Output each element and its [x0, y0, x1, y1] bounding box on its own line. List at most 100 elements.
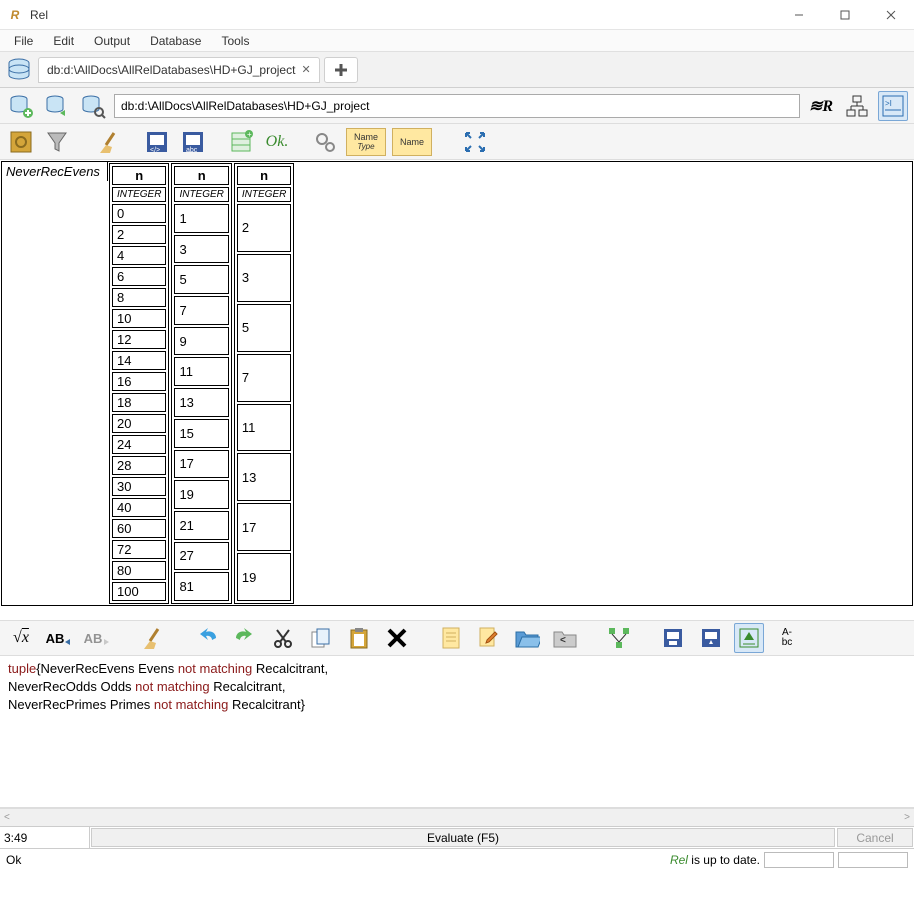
svg-text:</>: </>: [150, 147, 160, 154]
status-update: Rel is up to date.: [670, 853, 760, 867]
formula-icon[interactable]: √x: [6, 623, 36, 653]
paste-icon[interactable]: [344, 623, 374, 653]
db-tab[interactable]: db:d:\AllDocs\AllRelDatabases\HD+GJ_proj…: [38, 57, 320, 83]
close-button[interactable]: [868, 0, 914, 29]
db-add-icon[interactable]: [6, 91, 36, 121]
tab-label: db:d:\AllDocs\AllRelDatabases\HD+GJ_proj…: [47, 63, 295, 77]
cell: 19: [174, 480, 228, 509]
menu-tools[interactable]: Tools: [213, 32, 257, 50]
ok-button[interactable]: Ok.: [262, 127, 292, 157]
status-box-1: [764, 852, 834, 868]
abc-icon[interactable]: A-bc: [772, 623, 802, 653]
menu-database[interactable]: Database: [142, 32, 209, 50]
save-icon[interactable]: [658, 623, 688, 653]
save-history-icon[interactable]: [696, 623, 726, 653]
app-icon: R: [6, 6, 24, 24]
cancel-button[interactable]: Cancel: [837, 828, 913, 847]
db-toolbar: db:d:\AllDocs\AllRelDatabases\HD+GJ_proj…: [0, 88, 914, 124]
titlebar: R Rel: [0, 0, 914, 30]
menu-file[interactable]: File: [6, 32, 41, 50]
editor-toolbar: √x AB AB < A-bc: [0, 620, 914, 656]
svg-text:<: <: [560, 635, 566, 646]
status-text: Ok: [6, 853, 21, 867]
undo-icon[interactable]: [192, 623, 222, 653]
result-label: NeverRecEvens: [2, 162, 108, 181]
menubar: File Edit Output Database Tools: [0, 30, 914, 52]
import-folder-icon[interactable]: <: [550, 623, 580, 653]
svg-text:abc: abc: [186, 147, 198, 154]
evaluate-button[interactable]: Evaluate (F5): [91, 828, 835, 847]
status-box-2: [838, 852, 908, 868]
minimize-button[interactable]: [776, 0, 822, 29]
edit-doc-icon[interactable]: [474, 623, 504, 653]
svg-text:>I: >I: [885, 99, 892, 108]
open-folder-icon[interactable]: [512, 623, 542, 653]
schema-icon[interactable]: [842, 91, 872, 121]
cell: 16: [112, 372, 166, 391]
maximize-button[interactable]: [822, 0, 868, 29]
new-table-icon[interactable]: +: [226, 127, 256, 157]
editor-scrollbar[interactable]: <>: [0, 808, 914, 826]
tree-icon[interactable]: [604, 623, 634, 653]
result-relations: nINTEGER02468101214161820242830406072801…: [108, 162, 295, 605]
cut-icon[interactable]: [268, 623, 298, 653]
name-type-button[interactable]: NameType: [346, 128, 386, 156]
save-text-icon[interactable]: abc: [178, 127, 208, 157]
next-icon[interactable]: AB: [82, 623, 112, 653]
cell: 7: [237, 354, 291, 402]
cell: 40: [112, 498, 166, 517]
db-path-input[interactable]: db:d:\AllDocs\AllRelDatabases\HD+GJ_proj…: [114, 94, 800, 118]
eval-bar: 3:49 Evaluate (F5) Cancel: [0, 826, 914, 848]
menu-edit[interactable]: Edit: [45, 32, 82, 50]
run-panel-icon[interactable]: [734, 623, 764, 653]
doc-icon[interactable]: [436, 623, 466, 653]
cell: 17: [174, 450, 228, 479]
cell: 100: [112, 582, 166, 601]
db-search-icon[interactable]: [78, 91, 108, 121]
redo-icon[interactable]: [230, 623, 260, 653]
cell: 2: [237, 204, 291, 252]
cell: 21: [174, 511, 228, 540]
output-area: NeverRecEvens nINTEGER024681012141618202…: [0, 160, 914, 620]
window-controls: [776, 0, 914, 29]
cell: 14: [112, 351, 166, 370]
cell: 13: [174, 388, 228, 417]
safe-icon[interactable]: [6, 127, 36, 157]
console-icon[interactable]: >I: [878, 91, 908, 121]
menu-output[interactable]: Output: [86, 32, 138, 50]
query-editor[interactable]: tuple{NeverRecEvens Evens not matching R…: [0, 656, 914, 808]
cell: 5: [237, 304, 291, 352]
rel-mode-icon[interactable]: ≋R: [806, 91, 836, 121]
cell: 9: [174, 327, 228, 356]
cell: 6: [112, 267, 166, 286]
expand-icon[interactable]: [460, 127, 490, 157]
cell: 20: [112, 414, 166, 433]
funnel-icon[interactable]: [42, 127, 72, 157]
svg-text:+: +: [247, 130, 252, 139]
cell: 0: [112, 204, 166, 223]
relation-table: nINTEGER02468101214161820242830406072801…: [109, 163, 169, 604]
relation-table: nINTEGER235711131719: [234, 163, 294, 604]
copy-icon[interactable]: [306, 623, 336, 653]
cell: 2: [112, 225, 166, 244]
cell: 4: [112, 246, 166, 265]
cell: 11: [174, 357, 228, 386]
save-html-icon[interactable]: </>: [142, 127, 172, 157]
db-open-icon[interactable]: [42, 91, 72, 121]
cell: 7: [174, 296, 228, 325]
window-title: Rel: [30, 8, 48, 22]
prev-icon[interactable]: AB: [44, 623, 74, 653]
cell: 18: [112, 393, 166, 412]
broom2-icon[interactable]: [138, 623, 168, 653]
broom-icon[interactable]: [94, 127, 124, 157]
cell: 28: [112, 456, 166, 475]
tab-close-icon[interactable]: ✕: [301, 63, 310, 76]
cell: 13: [237, 453, 291, 501]
gears-icon[interactable]: [310, 127, 340, 157]
status-bar: Ok Rel is up to date.: [0, 848, 914, 870]
delete-icon[interactable]: [382, 623, 412, 653]
cursor-position: 3:49: [0, 827, 90, 848]
name-button[interactable]: Name: [392, 128, 432, 156]
add-tab-button[interactable]: [324, 57, 358, 83]
cell: 81: [174, 572, 228, 601]
